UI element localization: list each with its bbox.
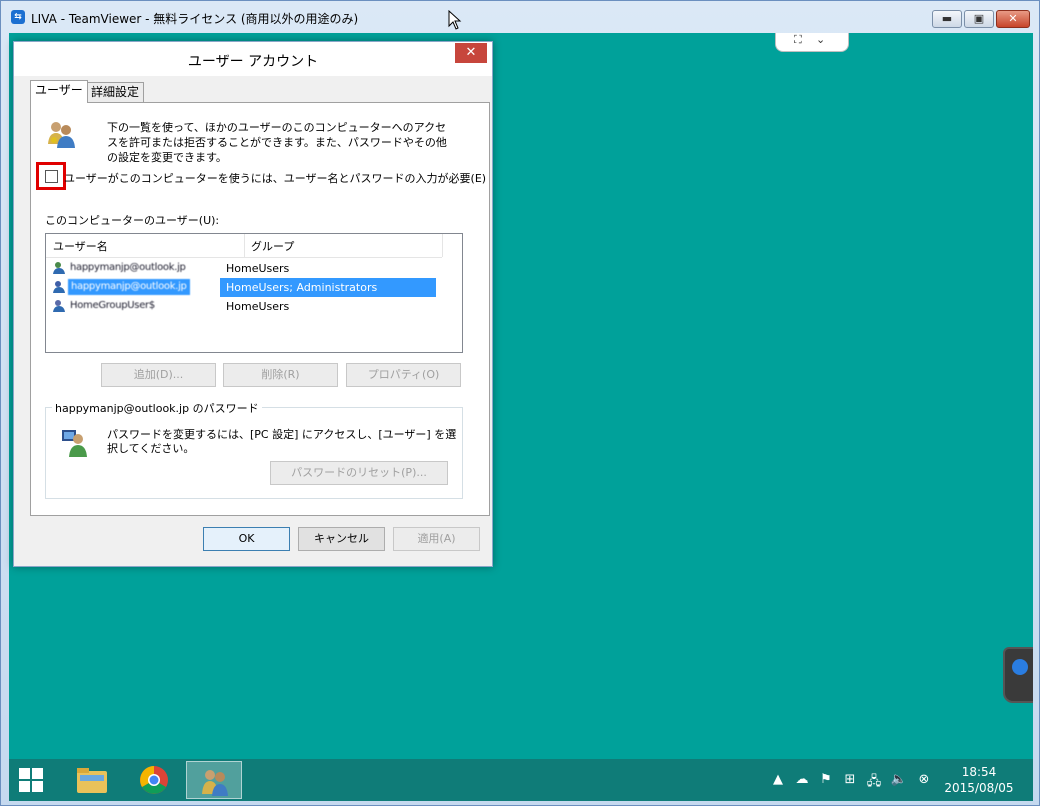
remove-user-button[interactable]: 削除(R): [223, 363, 338, 387]
chevron-down-icon[interactable]: ⌄: [816, 33, 825, 46]
dialog-close-button[interactable]: ✕: [455, 43, 487, 63]
dialog-description: 下の一覧を使って、ほかのユーザーのこのコンピューターへのアクセスを許可または拒否…: [107, 121, 447, 164]
column-separator: [442, 234, 443, 257]
volume-muted-icon[interactable]: 🔈: [890, 772, 908, 787]
tab-users[interactable]: ユーザー: [30, 80, 88, 103]
highlight-box: [36, 162, 66, 190]
group-cell: HomeUsers; Administrators: [220, 278, 436, 297]
close-window-button[interactable]: ✕: [996, 10, 1030, 28]
action-center-flag-icon[interactable]: ⚑: [817, 772, 835, 787]
users-icon: [202, 770, 228, 796]
teamviewer-titlebar: ⇆ LIVA - TeamViewer - 無料ライセンス (商用以外の用途のみ…: [1, 1, 1039, 33]
windows-start-icon[interactable]: [19, 768, 43, 792]
users-listview[interactable]: ユーザー名 グループ happymanjp@outlook.jp HomeUse…: [45, 233, 463, 353]
username-cell: happymanjp@outlook.jp: [50, 278, 220, 297]
teamviewer-app-icon: ⇆: [11, 10, 25, 24]
group-cell: HomeUsers: [226, 300, 290, 313]
username-text: happymanjp@outlook.jp: [70, 262, 186, 273]
username-text: happymanjp@outlook.jp: [68, 279, 190, 295]
add-user-button[interactable]: 追加(D)...: [101, 363, 216, 387]
user-accounts-taskbar-button[interactable]: [186, 761, 242, 799]
password-help-text: パスワードを変更するには、[PC 設定] にアクセスし、[ユーザー] を選択して…: [107, 428, 457, 455]
close-circle-icon[interactable]: ⊗: [915, 772, 933, 787]
chrome-button[interactable]: [126, 761, 182, 799]
teamviewer-logo-icon: [1012, 659, 1028, 675]
listview-header: ユーザー名 グループ: [46, 234, 443, 258]
teamviewer-window: ⇆ LIVA - TeamViewer - 無料ライセンス (商用以外の用途のみ…: [0, 0, 1040, 806]
table-row[interactable]: happymanjp@outlook.jp HomeUsers: [46, 259, 442, 278]
clock[interactable]: 18:54 2015/08/05: [939, 764, 1019, 796]
mouse-cursor-icon: [448, 10, 462, 30]
teamviewer-side-widget[interactable]: [1003, 647, 1033, 703]
network-icon[interactable]: 🖧: [865, 772, 883, 794]
dialog-titlebar: ユーザー アカウント ✕: [14, 42, 492, 76]
reset-password-button[interactable]: パスワードのリセット(P)...: [270, 461, 448, 485]
clock-date: 2015/08/05: [944, 781, 1014, 795]
user-icon: [53, 262, 65, 274]
table-row[interactable]: happymanjp@outlook.jp HomeUsers; Adminis…: [46, 278, 442, 297]
file-explorer-button[interactable]: [64, 761, 120, 799]
window-title: LIVA - TeamViewer - 無料ライセンス (商用以外の用途のみ): [31, 12, 359, 26]
properties-button[interactable]: プロパティ(O): [346, 363, 461, 387]
username-cell: happymanjp@outlook.jp: [50, 259, 220, 278]
user-password-icon: [62, 430, 87, 457]
folder-icon: [77, 768, 107, 793]
apply-button[interactable]: 適用(A): [393, 527, 480, 551]
table-row[interactable]: HomeGroupUser$ HomeUsers: [46, 297, 442, 316]
ok-button[interactable]: OK: [203, 527, 290, 551]
chrome-icon: [140, 766, 168, 794]
windows-update-icon[interactable]: ⊞: [841, 772, 859, 787]
taskbar: ▲ ☁ ⚑ ⊞ 🖧 🔈 ⊗ 18:54 2015/08/05: [9, 759, 1033, 801]
clock-time: 18:54: [961, 765, 997, 779]
user-icon: [53, 300, 65, 312]
group-cell: HomeUsers: [226, 262, 290, 275]
users-list-title: このコンピューターのユーザー(U):: [45, 214, 220, 227]
column-username[interactable]: ユーザー名: [53, 238, 108, 254]
users-icon: [48, 122, 75, 148]
onedrive-icon[interactable]: ☁: [793, 772, 811, 787]
maximize-button[interactable]: ▣: [964, 10, 994, 28]
username-cell: HomeGroupUser$: [50, 297, 220, 316]
expand-icon[interactable]: ⛶: [794, 33, 802, 47]
minimize-button[interactable]: ▬: [932, 10, 962, 28]
dialog-title: ユーザー アカウント: [187, 54, 319, 70]
user-icon: [53, 281, 65, 293]
show-hidden-icons-icon[interactable]: ▲: [769, 772, 787, 787]
username-text: HomeGroupUser$: [70, 300, 155, 311]
column-group[interactable]: グループ: [251, 238, 294, 254]
column-separator: [244, 234, 245, 257]
user-accounts-dialog: ユーザー アカウント ✕ ユーザー 詳細設定 下の一覧を使って、ほかのユーザーの…: [13, 41, 493, 567]
require-password-label[interactable]: ユーザーがこのコンピューターを使うには、ユーザー名とパスワードの入力が必要(E): [64, 170, 486, 186]
password-group-label: happymanjp@outlook.jp のパスワード: [52, 400, 262, 416]
teamviewer-panel-tab[interactable]: ⛶ ⌄: [775, 33, 849, 52]
cancel-button[interactable]: キャンセル: [298, 527, 385, 551]
tab-advanced[interactable]: 詳細設定: [86, 82, 145, 102]
